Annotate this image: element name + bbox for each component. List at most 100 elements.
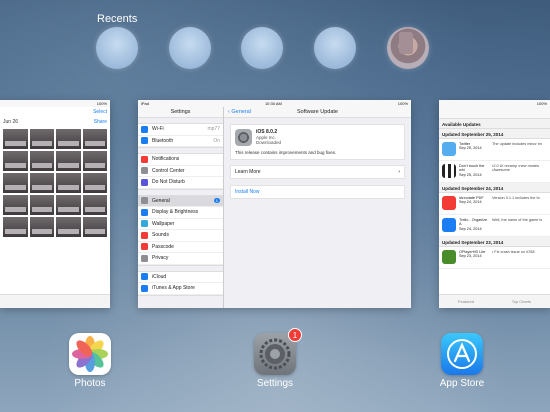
detail-nav-bar: ‹ General Software Update [224, 107, 411, 118]
sidebar-item-control-center[interactable]: Control Center [138, 166, 223, 177]
photo-thumbnail[interactable] [82, 217, 107, 237]
photo-thumbnail[interactable] [82, 195, 107, 215]
app-update-notes: Version 3.1.1 includes the fo [492, 196, 540, 200]
sidebar-item-passcode[interactable]: Passcode [138, 242, 223, 253]
app-date: Sep 24, 2014 [459, 226, 482, 231]
tab-top-charts[interactable]: Top Charts [512, 299, 531, 304]
sidebar-item-display[interactable]: Display & Brightness [138, 207, 223, 219]
photo-thumbnail[interactable] [56, 129, 81, 149]
appstore-app-card[interactable]: 100% Available Updates Updated September… [439, 100, 550, 308]
back-button[interactable]: ‹ General [228, 109, 251, 115]
photo-thumbnail[interactable] [56, 151, 81, 171]
status-bar: 100% [439, 100, 550, 107]
photo-thumbnail[interactable] [82, 151, 107, 171]
sidebar-item-wifi[interactable]: Wi-Fi mp77 [138, 124, 223, 136]
twitter-icon [442, 142, 456, 156]
appstore-nav-bar [439, 107, 550, 119]
appstore-app-label: App Store [439, 378, 485, 389]
install-now-button[interactable]: Install Now [230, 185, 405, 199]
sidebar-item-value: mp77 [207, 126, 220, 133]
settings-app-label: Settings [256, 378, 294, 389]
status-bar: iPad 10:30 AM 100% [138, 100, 411, 107]
lock-icon [141, 243, 148, 251]
photo-thumbnail[interactable] [3, 173, 28, 193]
select-button[interactable]: Select [93, 109, 107, 115]
sidebar-item-label: General [152, 197, 170, 204]
sidebar-item-label: Wallpaper [152, 220, 175, 227]
bluetooth-icon [141, 137, 148, 145]
photo-thumbnail[interactable] [3, 217, 28, 237]
photo-thumbnail[interactable] [56, 173, 81, 193]
section-header: Updated September 23, 2014 [439, 237, 550, 247]
sidebar-item-general[interactable]: General 1 [138, 195, 223, 207]
app-update-notes: • Fix crash issue on iOS8 [492, 250, 535, 254]
recent-contact[interactable] [241, 27, 283, 69]
app-store-a-icon [447, 339, 477, 369]
sidebar-item-value: On [213, 137, 220, 144]
sidebar-item-label: Do Not Disturb [152, 179, 185, 186]
update-item-twitter[interactable]: Twitter Sep 25, 2014 The update includes… [439, 139, 550, 161]
app-name: Don't touch the whi [459, 164, 485, 173]
settings-group: Notifications Control Center Do Not Dist… [138, 153, 223, 190]
app-update-notes: Well, the name of the game is [492, 218, 543, 222]
share-button[interactable]: Share [94, 119, 107, 125]
update-item-dont-touch[interactable]: Don't touch the whi Sep 25, 2014 •2.0 UI… [439, 161, 550, 183]
settings-group: General 1 Display & Brightness Wallpaper… [138, 194, 223, 266]
app-date: Sep 25, 2014 [459, 172, 482, 177]
sidebar-item-sounds[interactable]: Sounds [138, 230, 223, 242]
appstore-tab-bar: Featured Top Charts [439, 294, 550, 308]
app-name: Trello - Organize A [459, 218, 488, 227]
photo-thumbnail[interactable] [29, 217, 54, 237]
photo-thumbnail[interactable] [82, 173, 107, 193]
photos-app-icon[interactable] [69, 333, 111, 375]
tab-featured[interactable]: Featured [458, 299, 474, 304]
photo-thumbnail[interactable] [3, 195, 28, 215]
sidebar-item-notifications[interactable]: Notifications [138, 154, 223, 166]
sidebar-item-label: Notifications [152, 156, 180, 163]
app-date: Sep 24, 2014 [459, 200, 482, 205]
available-updates-header: Available Updates [439, 119, 550, 129]
play-icon [442, 250, 456, 264]
notification-badge: 1 [288, 328, 302, 342]
app-store-icon [141, 284, 148, 292]
update-item-oplayer[interactable]: OPlayerHD Lite Sep 23, 2014 • Fix crash … [439, 247, 550, 269]
hand-icon [141, 254, 148, 262]
photos-date-row: Jun 26 Share [0, 117, 110, 127]
photos-app-card[interactable]: 100% Select Jun 26 Share [0, 100, 110, 308]
photo-thumbnail[interactable] [56, 217, 81, 237]
photo-thumbnail[interactable] [29, 195, 54, 215]
learn-more-row[interactable]: Learn More › [230, 165, 405, 179]
photos-tab-bar [0, 294, 110, 308]
recent-contact[interactable] [314, 27, 356, 69]
appstore-app-icon[interactable] [441, 333, 483, 375]
settings-app-card[interactable]: iPad 10:30 AM 100% Settings Wi-Fi mp77 B… [138, 100, 411, 308]
update-item-trello[interactable]: Trello - Organize A Sep 24, 2014 Well, t… [439, 215, 550, 237]
settings-app-icon[interactable]: 1 [254, 328, 302, 375]
status-bar: 100% [0, 100, 110, 107]
photo-thumbnail[interactable] [3, 129, 28, 149]
recent-contact[interactable] [96, 27, 138, 69]
photo-thumbnail[interactable] [29, 173, 54, 193]
photo-thumbnail[interactable] [82, 129, 107, 149]
sidebar-item-bluetooth[interactable]: Bluetooth On [138, 136, 223, 147]
control-center-icon [141, 167, 148, 175]
sidebar-item-do-not-disturb[interactable]: Do Not Disturb [138, 177, 223, 189]
photo-thumbnail[interactable] [29, 151, 54, 171]
recent-contact[interactable] [169, 27, 211, 69]
clock: 10:30 AM [264, 101, 282, 106]
photo-grid [0, 127, 110, 239]
sidebar-item-icloud[interactable]: iCloud [138, 272, 223, 283]
settings-group: Wi-Fi mp77 Bluetooth On [138, 123, 223, 148]
update-item-iannotate[interactable]: iAnnotate PDF Sep 24, 2014 Version 3.1.1… [439, 193, 550, 215]
photos-flower-icon [72, 336, 108, 372]
photo-thumbnail[interactable] [29, 129, 54, 149]
sidebar-item-itunes[interactable]: iTunes & App Store [138, 283, 223, 295]
app-update-notes: •2.0 UI revamp •new modes •Awesome [492, 164, 539, 173]
recent-contact-photo[interactable] [387, 27, 429, 69]
photo-thumbnail[interactable] [56, 195, 81, 215]
wallpaper-icon [141, 220, 148, 228]
sidebar-item-privacy[interactable]: Privacy [138, 253, 223, 265]
photo-thumbnail[interactable] [3, 151, 28, 171]
photos-app-label: Photos [74, 378, 106, 389]
sidebar-item-wallpaper[interactable]: Wallpaper [138, 219, 223, 230]
